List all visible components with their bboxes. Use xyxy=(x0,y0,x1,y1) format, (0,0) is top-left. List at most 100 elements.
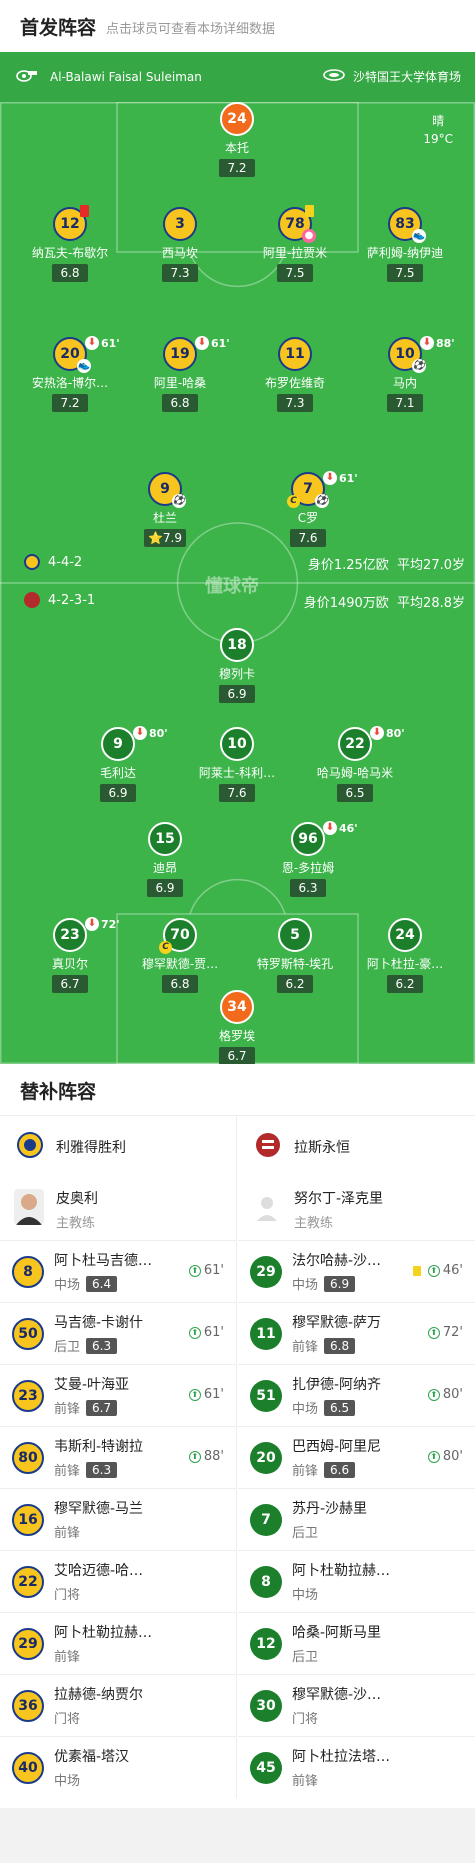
sub-player-row[interactable]: 50 马吉德-卡谢什 后卫 6.3 ⬆ 61' xyxy=(0,1302,236,1364)
home-player-lm[interactable]: 20 👟 ⬇ 61' 安热洛-博尔… 7.2 xyxy=(10,336,130,412)
sub-position: 后卫 xyxy=(292,1526,319,1541)
sub-position: 门将 xyxy=(292,1712,319,1727)
home-player-cm2[interactable]: 11 布罗佐维奇 7.3 xyxy=(235,337,355,412)
sub-out: ⬇ 61' xyxy=(85,336,120,350)
player-rating: 6.9 xyxy=(219,685,255,703)
shirt-number: 9 xyxy=(113,736,123,752)
sub-player-row[interactable]: 22 艾哈迈德-哈… 门将 xyxy=(0,1550,236,1612)
sub-rating: 6.7 xyxy=(86,1399,118,1416)
sub-position: 后卫 xyxy=(292,1650,319,1665)
home-player-rb[interactable]: 83 👟 萨利姆-纳伊迪 7.5 xyxy=(345,207,465,282)
away-player-cb1[interactable]: 70 C 穆罕默德-贾… 6.8 xyxy=(120,918,240,993)
sub-player-row[interactable]: 7 苏丹-沙赫里 后卫 xyxy=(238,1488,475,1550)
away-player-cb2[interactable]: 5 特罗斯特-埃孔 6.2 xyxy=(235,918,355,993)
coach-role: 主教练 xyxy=(294,1215,334,1231)
player-name: 萨利姆-纳伊迪 xyxy=(366,246,444,260)
referee: Al-Balawi Faisal Suleiman xyxy=(16,68,202,85)
sub-in: ⬆ 61' xyxy=(188,1263,224,1278)
lineup-header: 首发阵容 点击球员可查看本场详细数据 xyxy=(0,0,475,52)
away-player-dm1[interactable]: 15 迪昂 6.9 xyxy=(105,822,225,897)
sub-player-row[interactable]: 30 穆罕默德-沙… 门将 xyxy=(238,1674,475,1736)
player-name: 格罗埃 xyxy=(218,1029,255,1043)
away-age-text: 平均28.8岁 xyxy=(397,596,465,611)
away-player-dm2[interactable]: 96 ⬇ 46' 恩-多拉姆 6.3 xyxy=(248,821,368,897)
sub-player-row[interactable]: 51 扎伊德-阿纳齐 中场 6.5 ⬆ 80' xyxy=(238,1364,475,1426)
sub-out-icon: ⬇ xyxy=(133,726,147,740)
home-player-gk[interactable]: 24 本托 7.2 xyxy=(177,102,297,177)
player-rating: 7.2 xyxy=(219,159,255,177)
sub-out-icon: ⬇ xyxy=(323,471,337,485)
player-shirt: 20 👟 ⬇ 61' xyxy=(53,336,120,373)
away-subs-column: 拉斯永恒 努尔丁-泽克里 主教练 29 法尔哈赫-沙… 中场 6.9 ⬆ 46' 1… xyxy=(238,1116,475,1798)
player-name: 阿里-哈桑 xyxy=(153,376,207,390)
home-player-st1[interactable]: 9 ⚽ 杜兰 ⭐7.9 xyxy=(105,472,225,547)
sub-out: ⬇ 80' xyxy=(133,726,168,740)
sub-in: ⬆ 61' xyxy=(188,1387,224,1402)
sub-name: 穆罕默德-萨万 xyxy=(292,1315,382,1331)
player-shirt: 70 C xyxy=(159,918,197,954)
sub-position: 前锋 xyxy=(292,1340,319,1355)
away-coach[interactable]: 努尔丁-泽克里 主教练 xyxy=(238,1178,475,1240)
sub-in-icon: ⬆ xyxy=(427,1326,440,1339)
player-rating: 7.1 xyxy=(387,394,423,412)
away-player-rw[interactable]: 22 ⬇ 80' 哈马姆-哈马米 6.5 xyxy=(295,726,415,802)
home-player-cb2[interactable]: 78 ● 阿里-拉贾米 7.5 xyxy=(235,205,355,282)
weather-temperature: 19°C xyxy=(423,132,453,146)
sub-player-row[interactable]: 11 穆罕默德-萨万 前锋 6.8 ⬆ 72' xyxy=(238,1302,475,1364)
sub-player-row[interactable]: 8 阿卜杜勒拉赫… 中场 xyxy=(238,1550,475,1612)
away-player-am[interactable]: 10 阿莱士-科利… 7.6 xyxy=(177,727,297,802)
away-player-lw[interactable]: 9 ⬇ 80' 毛利达 6.9 xyxy=(58,726,178,802)
home-team-row: 利雅得胜利 xyxy=(0,1116,236,1178)
player-rating: 7.6 xyxy=(219,784,255,802)
sub-player-row[interactable]: 23 艾曼-叶海亚 前锋 6.7 ⬆ 61' xyxy=(0,1364,236,1426)
sub-player-row[interactable]: 8 阿卜杜马吉德… 中场 6.4 ⬆ 61' xyxy=(0,1240,236,1302)
player-name: 真贝尔 xyxy=(51,957,88,971)
sub-name: 阿卜杜勒拉赫… xyxy=(292,1563,390,1579)
sub-player-row[interactable]: 12 哈桑-阿斯马里 后卫 xyxy=(238,1612,475,1674)
weather: 晴 19°C xyxy=(423,112,453,148)
player-rating: 6.7 xyxy=(52,975,88,993)
sub-player-row[interactable]: 36 拉赫德-纳贾尔 门将 xyxy=(0,1674,236,1736)
away-player-gk[interactable]: 34 格罗埃 6.7 xyxy=(177,990,297,1064)
away-player-lb[interactable]: 24 阿卜杜拉-豪… 6.2 xyxy=(345,918,465,993)
whistle-icon xyxy=(16,68,38,85)
player-name: 毛利达 xyxy=(99,766,136,780)
sub-position: 前锋 xyxy=(292,1774,319,1789)
sub-player-row[interactable]: 45 阿卜杜拉法塔… 前锋 xyxy=(238,1736,475,1798)
player-name: 安热洛-博尔… xyxy=(31,376,109,390)
sub-minute: 80' xyxy=(386,726,405,740)
sub-player-row[interactable]: 40 优素福-塔汉 中场 xyxy=(0,1736,236,1798)
sub-player-row[interactable]: 16 穆罕默德-马兰 前锋 xyxy=(0,1488,236,1550)
shirt-number: 19 xyxy=(170,346,190,362)
subs-header: 替补阵容 xyxy=(0,1064,475,1116)
home-coach[interactable]: 皮奥利 主教练 xyxy=(0,1178,236,1240)
away-player-st[interactable]: 18 穆列卡 6.9 xyxy=(177,628,297,703)
sub-name: 法尔哈赫-沙… xyxy=(292,1253,382,1269)
sub-in: ⬆ 80' xyxy=(427,1449,463,1464)
sub-number: 16 xyxy=(12,1503,44,1536)
sub-in: ⬆ 80' xyxy=(427,1387,463,1402)
away-player-rb[interactable]: 23 ⬇ 72' 真贝尔 6.7 xyxy=(10,917,130,993)
home-formation-text: 4-4-2 xyxy=(48,554,83,570)
sub-player-row[interactable]: 80 韦斯利-特谢拉 前锋 6.3 ⬆ 88' xyxy=(0,1426,236,1488)
sub-player-row[interactable]: 29 法尔哈赫-沙… 中场 6.9 ⬆ 46' xyxy=(238,1240,475,1302)
sub-player-row[interactable]: 20 巴西姆-阿里尼 前锋 6.6 ⬆ 80' xyxy=(238,1426,475,1488)
home-player-st2[interactable]: 7 C ⚽ ⬇ 61' C罗 7.6 xyxy=(248,471,368,547)
home-value-text: 身价1.25亿欧 xyxy=(307,558,389,573)
own-goal-icon: ● xyxy=(302,229,316,243)
home-player-cb1[interactable]: 3 西马坎 7.3 xyxy=(120,207,240,282)
sub-position: 前锋 xyxy=(292,1464,319,1479)
sub-out: ⬇ 88' xyxy=(420,336,455,350)
home-player-lb[interactable]: 12 纳瓦夫-布歇尔 6.8 xyxy=(10,205,130,282)
sub-in-icon: ⬆ xyxy=(188,1388,201,1401)
home-player-cm1[interactable]: 19 ⬇ 61' 阿里-哈桑 6.8 xyxy=(120,336,240,412)
player-name: 穆罕默德-贾… xyxy=(141,957,219,971)
sub-minute: 72' xyxy=(101,917,120,931)
sub-out: ⬇ 61' xyxy=(195,336,230,350)
player-shirt: 24 xyxy=(388,918,422,952)
sub-name: 拉赫德-纳贾尔 xyxy=(54,1687,144,1703)
home-player-rm[interactable]: 10 ⚽ ⬇ 88' 马内 7.1 xyxy=(345,336,465,412)
player-name: 哈马姆-哈马米 xyxy=(316,766,394,780)
sub-player-row[interactable]: 29 阿卜杜勒拉赫… 前锋 xyxy=(0,1612,236,1674)
player-rating: 7.6 xyxy=(290,529,326,547)
